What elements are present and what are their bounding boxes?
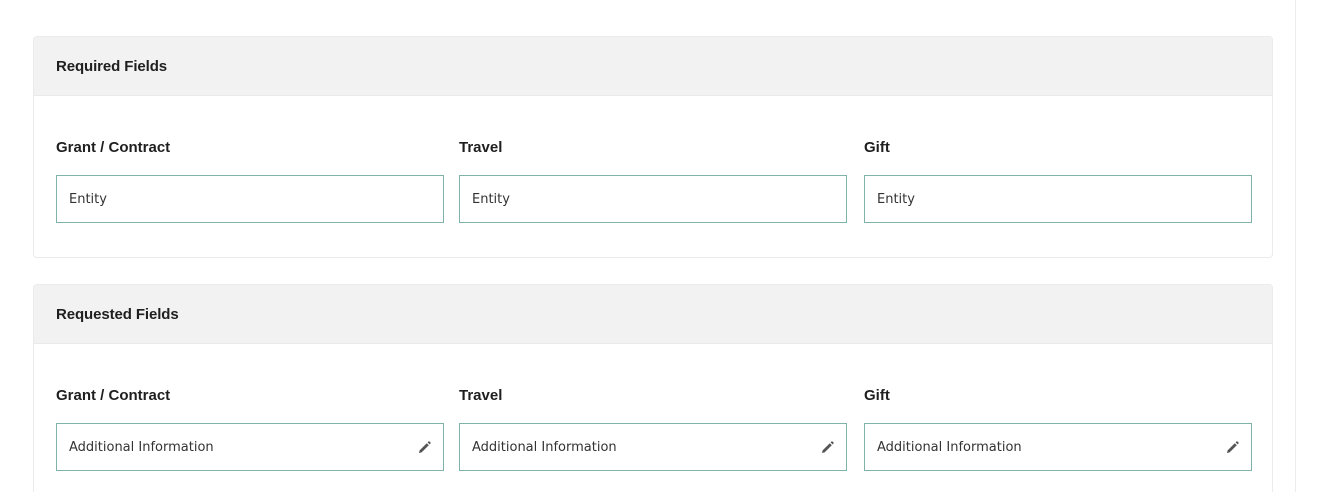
requested-fields-body: Grant / Contract Additional Information …: [34, 344, 1272, 492]
grant-contract-field[interactable]: Additional Information: [56, 423, 444, 471]
page-edge-divider: [1295, 0, 1296, 492]
travel-field[interactable]: Additional Information: [459, 423, 847, 471]
required-fields-header: Required Fields: [34, 37, 1272, 96]
required-fields-card: Required Fields Grant / Contract Entity …: [33, 36, 1273, 258]
requested-fields-card: Requested Fields Grant / Contract Additi…: [33, 284, 1273, 492]
pencil-icon[interactable]: [820, 440, 834, 454]
field-label: Gift: [864, 139, 890, 156]
field-value: Entity: [69, 191, 107, 207]
grant-contract-field[interactable]: Entity: [56, 175, 444, 223]
field-value: Additional Information: [877, 439, 1022, 455]
pencil-icon[interactable]: [1225, 440, 1239, 454]
field-label: Grant / Contract: [56, 139, 171, 156]
gift-field[interactable]: Additional Information: [864, 423, 1252, 471]
field-value: Additional Information: [69, 439, 214, 455]
page: Required Fields Grant / Contract Entity …: [0, 0, 1319, 492]
field-value: Entity: [472, 191, 510, 207]
section-title: Required Fields: [56, 57, 168, 75]
pencil-icon[interactable]: [417, 440, 431, 454]
field-label: Gift: [864, 387, 890, 404]
section-title: Requested Fields: [56, 305, 179, 323]
field-label: Grant / Contract: [56, 387, 171, 404]
field-value: Entity: [877, 191, 915, 207]
field-label: Travel: [459, 387, 503, 404]
travel-field[interactable]: Entity: [459, 175, 847, 223]
gift-field[interactable]: Entity: [864, 175, 1252, 223]
required-fields-body: Grant / Contract Entity Travel Entity Gi…: [34, 96, 1272, 256]
field-label: Travel: [459, 139, 503, 156]
requested-fields-header: Requested Fields: [34, 285, 1272, 344]
field-value: Additional Information: [472, 439, 617, 455]
